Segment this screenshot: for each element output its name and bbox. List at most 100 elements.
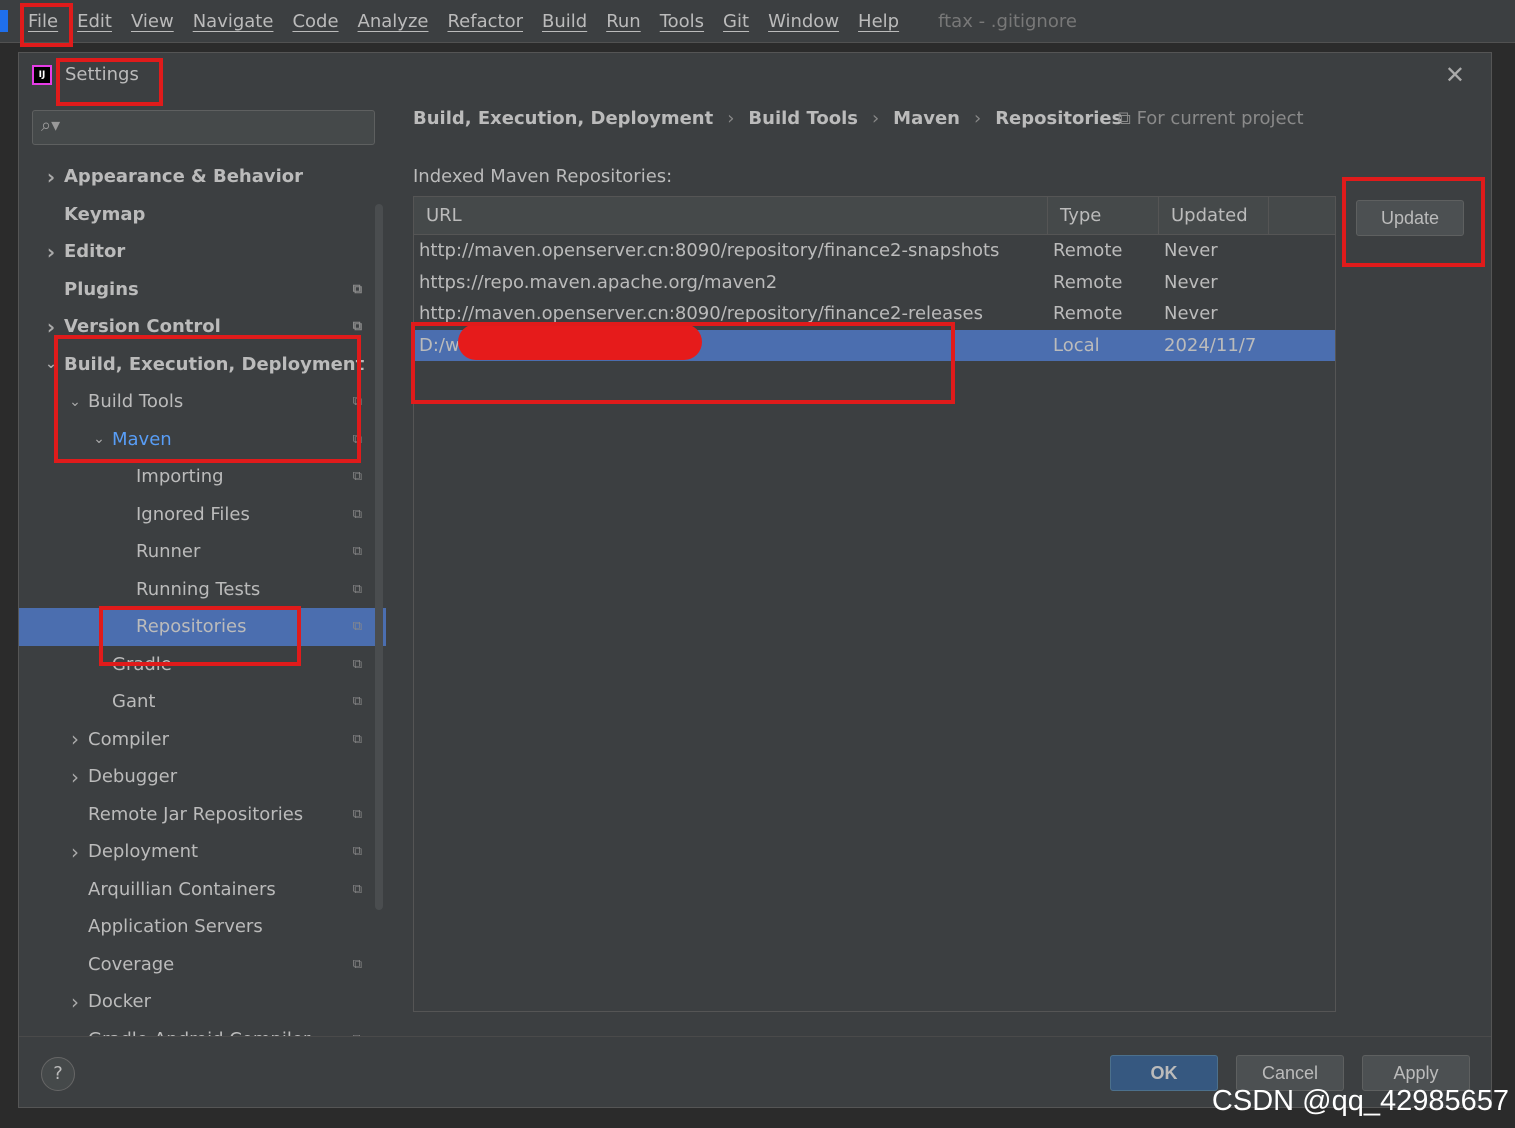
sidebar-item[interactable]: › Appearance & Behavior	[19, 158, 386, 196]
ide-logo-icon	[0, 10, 8, 32]
menu-tools[interactable]: Tools	[660, 11, 704, 32]
scope-label: ⧉ For current project	[1118, 108, 1304, 129]
table-cell: Remote	[1053, 303, 1123, 325]
menu-help[interactable]: Help	[858, 11, 899, 32]
menu-analyze[interactable]: Analyze	[358, 11, 429, 32]
breadcrumb-item[interactable]: Build, Execution, Deployment	[413, 108, 713, 129]
sidebar-scrollbar[interactable]	[375, 204, 383, 910]
sidebar-item-label: Plugins	[64, 278, 139, 300]
repositories-table: URL Type Updated http://maven.openserver…	[413, 196, 1336, 1012]
sidebar-item[interactable]: Running Tests ⧉	[19, 571, 386, 609]
sidebar-item-label: Running Tests	[136, 578, 261, 600]
sidebar-item[interactable]: ⌄ Maven ⧉	[19, 421, 386, 459]
menu-navigate[interactable]: Navigate	[193, 11, 274, 32]
menu-bar: File Edit View Navigate Code Analyze Refactor B…	[0, 0, 1515, 43]
project-scope-icon: ⧉	[352, 881, 362, 897]
sidebar-item[interactable]: Coverage ⧉	[19, 946, 386, 984]
sidebar-item-label: Gradle-Android Compiler	[88, 1029, 310, 1036]
table-cell: 2024/11/7	[1164, 334, 1257, 356]
dialog-titlebar: IJ Settings ✕	[19, 53, 1491, 96]
breadcrumb-separator-icon: ›	[973, 108, 982, 129]
menu-code[interactable]: Code	[292, 11, 338, 32]
menu-refactor[interactable]: Refactor	[447, 11, 523, 32]
sidebar-item[interactable]: Runner ⧉	[19, 533, 386, 571]
sidebar-item[interactable]: Repositories ⧉	[19, 608, 386, 646]
help-button[interactable]: ?	[41, 1057, 75, 1091]
section-label: Indexed Maven Repositories:	[413, 166, 673, 187]
watermark: CSDN @qq_42985657	[1211, 1085, 1509, 1117]
sidebar-item-label: Build Tools	[88, 391, 184, 413]
ok-button[interactable]: OK	[1110, 1055, 1218, 1091]
project-scope-icon: ⧉	[352, 731, 362, 747]
repositories-panel: Build, Execution, Deployment › Build Tools…	[413, 96, 1493, 1036]
chevron-down-icon: ⌄	[93, 431, 105, 448]
menu-edit[interactable]: Edit	[77, 11, 112, 32]
sidebar-item[interactable]: › Debugger	[19, 758, 386, 796]
column-url[interactable]: URL	[414, 197, 1048, 234]
sidebar-item[interactable]: Remote Jar Repositories ⧉	[19, 796, 386, 834]
table-row[interactable]: http://maven.openserver.cn:8090/reposito…	[414, 235, 1335, 267]
sidebar-item[interactable]: Arquillian Containers ⧉	[19, 871, 386, 909]
breadcrumb-item[interactable]: Repositories	[995, 108, 1122, 129]
project-scope-icon: ⧉	[352, 656, 362, 672]
chevron-down-icon: ⌄	[45, 356, 57, 373]
menu-run[interactable]: Run	[606, 11, 641, 32]
sidebar-item-label: Docker	[88, 991, 152, 1013]
sidebar-item[interactable]: Application Servers	[19, 908, 386, 946]
column-type[interactable]: Type	[1048, 197, 1159, 234]
sidebar-item-label: Compiler	[88, 728, 170, 750]
sidebar-item-label: Build, Execution, Deployment	[64, 353, 365, 375]
table-cell: http://maven.openserver.cn:8090/reposito…	[419, 303, 983, 325]
column-updated[interactable]: Updated	[1159, 197, 1269, 234]
table-cell: Never	[1164, 303, 1218, 325]
sidebar-item-label: Remote Jar Repositories	[88, 803, 304, 825]
sidebar-item-label: Maven	[112, 428, 172, 450]
sidebar-item[interactable]: › Version Control ⧉	[19, 308, 386, 346]
sidebar-item[interactable]: › Editor	[19, 233, 386, 271]
project-scope-icon: ⧉	[352, 844, 362, 860]
sidebar-item[interactable]: Gradle-Android Compiler⧉	[19, 1021, 386, 1036]
update-button[interactable]: Update	[1356, 200, 1464, 236]
table-cell: Remote	[1053, 240, 1123, 262]
close-icon[interactable]: ✕	[1445, 61, 1465, 89]
sidebar-item-label: Version Control	[64, 316, 221, 338]
menu-window[interactable]: Window	[768, 11, 839, 32]
menu-build[interactable]: Build	[542, 11, 587, 32]
chevron-down-icon: ⌄	[69, 393, 81, 410]
sidebar-item[interactable]: Gradle ⧉	[19, 646, 386, 684]
project-scope-icon: ⧉	[352, 319, 362, 335]
window-title: ftax - .gitignore	[938, 10, 1077, 32]
sidebar-item[interactable]: › Docker	[19, 983, 386, 1021]
sidebar-item-label: Keymap	[64, 203, 146, 225]
sidebar-item[interactable]: Ignored Files ⧉	[19, 496, 386, 534]
project-scope-icon: ⧉	[352, 694, 362, 710]
menu-file[interactable]: File	[28, 11, 58, 32]
redaction-mark	[458, 324, 702, 360]
sidebar-item-label: Repositories	[136, 616, 247, 638]
chevron-right-icon: ›	[71, 989, 79, 1014]
chevron-right-icon: ›	[71, 764, 79, 789]
project-scope-icon: ⧉	[352, 431, 362, 447]
sidebar-item[interactable]: ⌄ Build, Execution, Deployment	[19, 346, 386, 384]
table-cell: Never	[1164, 240, 1218, 262]
sidebar-item-label: Importing	[136, 466, 224, 488]
breadcrumb-separator-icon: ›	[727, 108, 735, 129]
project-scope-icon: ⧉	[352, 506, 362, 522]
table-cell: Local	[1053, 334, 1100, 356]
sidebar-item[interactable]: › Deployment ⧉	[19, 833, 386, 871]
search-input[interactable]: ⌕▾	[32, 110, 375, 145]
sidebar-item[interactable]: Gant ⧉	[19, 683, 386, 721]
sidebar-item[interactable]: › Compiler ⧉	[19, 721, 386, 759]
menu-view[interactable]: View	[131, 11, 174, 32]
breadcrumb-item[interactable]: Build Tools	[748, 108, 858, 129]
sidebar-item[interactable]: Keymap	[19, 196, 386, 234]
sidebar-item-label: Ignored Files	[136, 503, 250, 525]
sidebar-item[interactable]: Plugins ⧉	[19, 271, 386, 309]
table-row[interactable]: https://repo.maven.apache.org/maven2 Remo…	[414, 267, 1335, 299]
menu-git[interactable]: Git	[723, 11, 749, 32]
sidebar-item[interactable]: ⌄ Build Tools ⧉	[19, 383, 386, 421]
breadcrumb: Build, Execution, Deployment › Build Tools…	[413, 108, 1122, 129]
sidebar-item[interactable]: Importing ⧉	[19, 458, 386, 496]
breadcrumb-item[interactable]: Maven	[893, 108, 960, 129]
dialog-title: Settings	[65, 64, 139, 85]
